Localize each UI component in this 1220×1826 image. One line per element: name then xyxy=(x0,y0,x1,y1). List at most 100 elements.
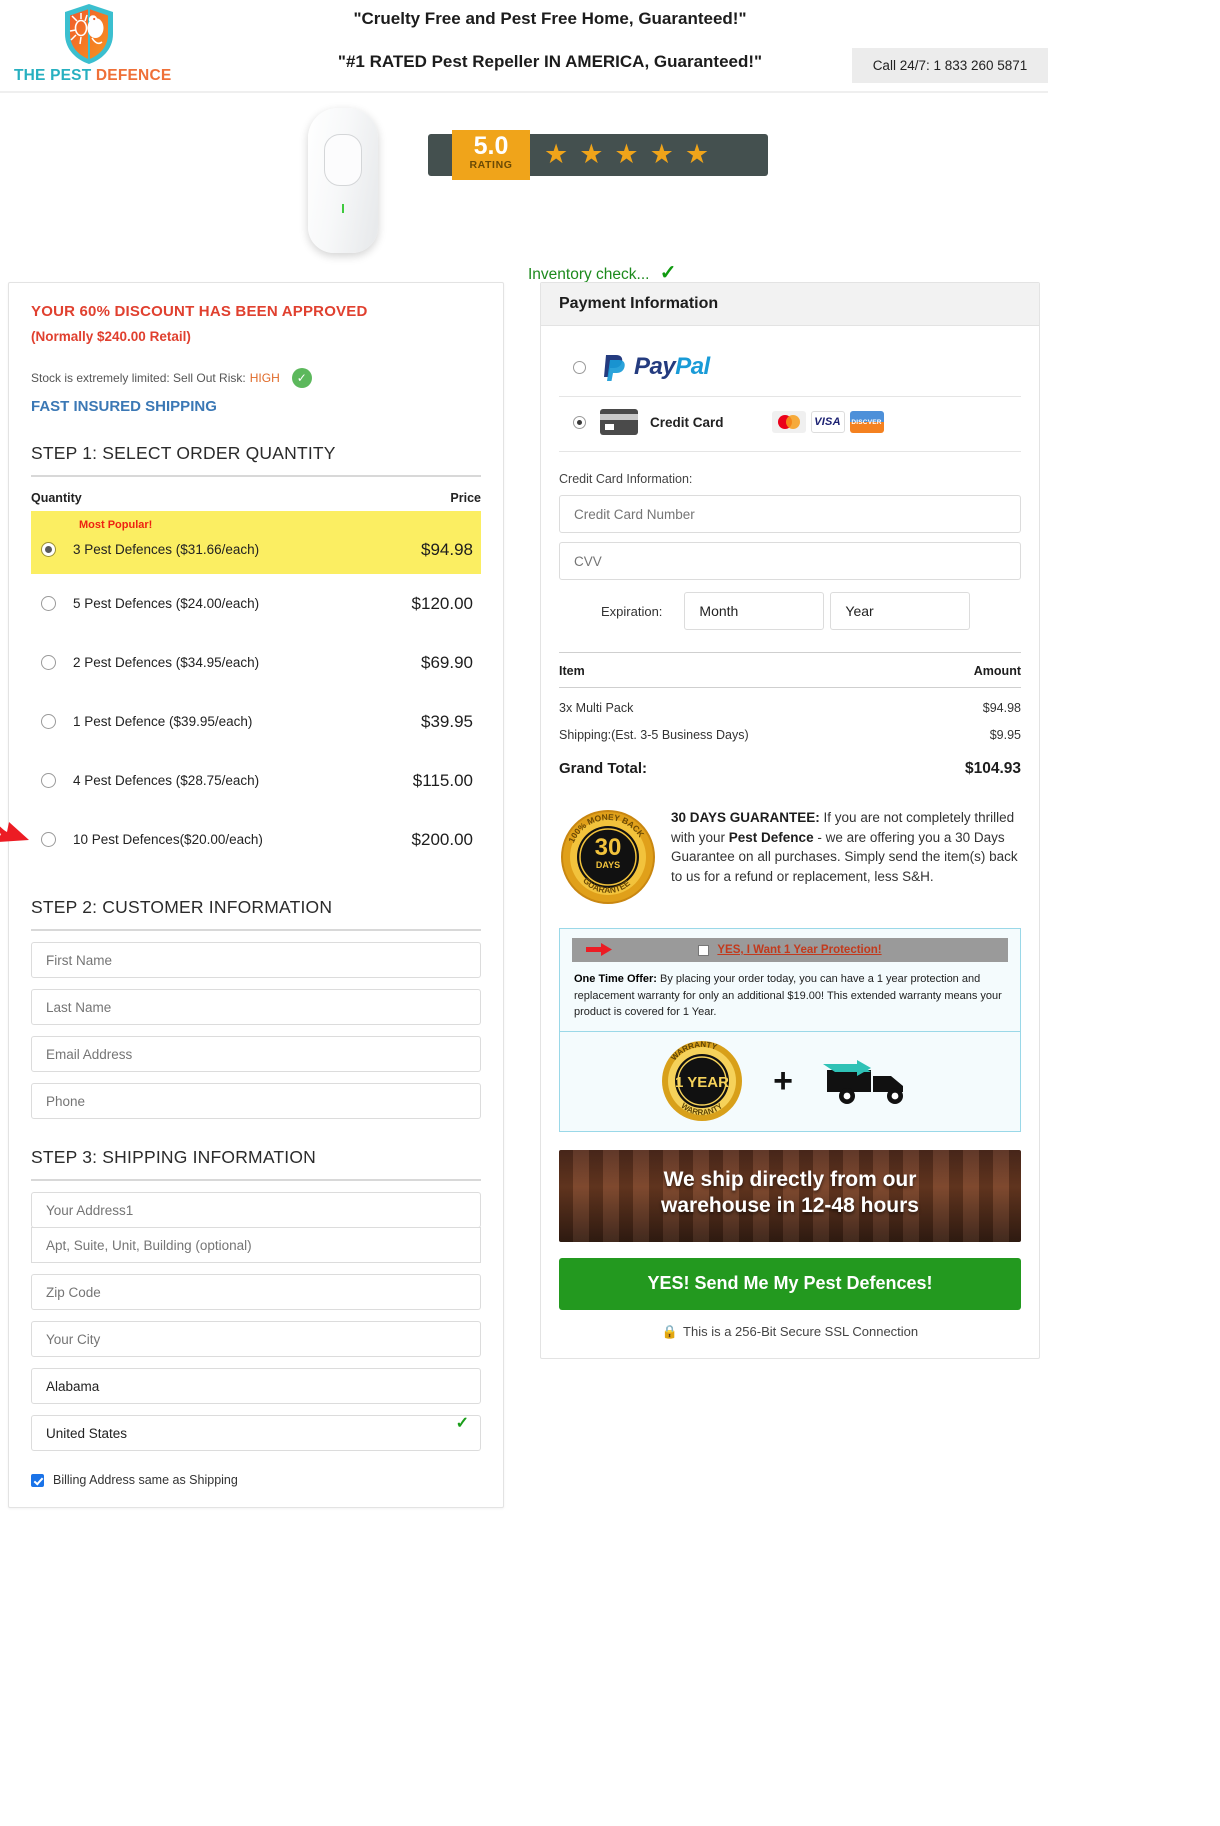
rating-label: RATING xyxy=(469,159,513,171)
summary-top-divider xyxy=(559,652,1021,653)
option-price: $120.00 xyxy=(411,593,473,613)
warranty-offer-label: One Time Offer: xyxy=(574,973,657,985)
shipping-banner-line1: We ship directly from our xyxy=(663,1167,917,1191)
pointer-arrow-icon xyxy=(586,943,612,956)
radio-icon[interactable] xyxy=(41,542,56,557)
creditcard-divider xyxy=(559,451,1021,452)
warranty-upsell-box: YES, I Want 1 Year Protection! One Time … xyxy=(559,928,1021,1132)
address2-input[interactable] xyxy=(31,1227,481,1263)
shipping-banner-text: We ship directly from our warehouse in 1… xyxy=(559,1150,1021,1220)
radio-icon[interactable] xyxy=(41,714,56,729)
radio-icon[interactable] xyxy=(41,596,56,611)
warranty-checkbox-icon[interactable] xyxy=(698,944,710,956)
grand-total-label: Grand Total: xyxy=(559,760,648,777)
quantity-option-row[interactable]: 2 Pest Defences ($34.95/each) $69.90 xyxy=(31,633,481,692)
rating-value: 5.0 xyxy=(473,132,509,160)
stock-risk-value: HIGH xyxy=(249,371,280,385)
warranty-offer-text: One Time Offer: By placing your order to… xyxy=(560,962,1020,1031)
address1-input[interactable] xyxy=(31,1192,481,1228)
expiration-year-select[interactable] xyxy=(830,592,971,630)
summary-header-divider xyxy=(559,687,1021,688)
step2-divider xyxy=(31,929,481,931)
checkbox-icon[interactable] xyxy=(31,1473,44,1487)
cvv-input[interactable] xyxy=(559,542,1021,580)
summary-header: Item Amount xyxy=(559,664,1021,678)
payment-body: PayPal Credit Card VISA DISCVER Credit C… xyxy=(541,326,1039,1358)
option-price: $94.98 xyxy=(421,539,473,559)
headline-1: "Cruelty Free and Pest Free Home, Guaran… xyxy=(353,9,747,28)
option-label: 3 Pest Defences ($31.66/each) xyxy=(73,542,260,557)
radio-icon[interactable] xyxy=(41,773,56,788)
quantity-option-row[interactable]: 10 Pest Defences($20.00/each) $200.00 xyxy=(31,810,481,869)
pointer-arrow-icon xyxy=(0,802,35,850)
option-label: 5 Pest Defences ($24.00/each) xyxy=(73,596,260,611)
ssl-notice: 🔒 This is a 256-Bit Secure SSL Connection xyxy=(559,1324,1021,1340)
discover-icon: DISCVER xyxy=(849,411,884,433)
shipping-banner-line2: warehouse in 12-48 hours xyxy=(661,1193,919,1217)
radio-icon[interactable] xyxy=(41,832,56,847)
stock-label: Stock is extremely limited: Sell Out Ris… xyxy=(31,371,246,385)
credit-card-number-input[interactable] xyxy=(559,495,1021,533)
state-select[interactable] xyxy=(31,1368,481,1404)
country-select[interactable] xyxy=(31,1415,481,1451)
card-chip xyxy=(605,424,614,430)
quantity-option-row[interactable]: 5 Pest Defences ($24.00/each) $120.00 xyxy=(31,574,481,633)
summary-item-amount: $94.98 xyxy=(982,701,1021,715)
rating-score-box: 5.0 RATING xyxy=(452,130,530,180)
delivery-truck-icon xyxy=(821,1054,921,1108)
creditcard-method-row[interactable]: Credit Card VISA DISCVER xyxy=(559,397,1021,447)
grand-total-amount: $104.93 xyxy=(964,760,1021,777)
payment-card: Payment Information PayPal Credit Card V… xyxy=(540,282,1040,1359)
check-icon: ✓ xyxy=(659,262,677,284)
radio-icon[interactable] xyxy=(573,360,586,374)
logo-text-part2: DEFENCE xyxy=(95,67,172,84)
quantity-option-row[interactable]: 4 Pest Defences ($28.75/each) $115.00 xyxy=(31,751,481,810)
mastercard-icon xyxy=(771,411,806,433)
city-input[interactable] xyxy=(31,1321,481,1357)
star-icons: ★★★★★ xyxy=(544,139,721,169)
paypal-logo: PayPal xyxy=(602,353,710,381)
expiration-month-select[interactable] xyxy=(684,592,825,630)
billing-same-row[interactable]: Billing Address same as Shipping xyxy=(31,1473,481,1487)
quantity-option-row[interactable]: Most Popular! 3 Pest Defences ($31.66/ea… xyxy=(31,511,481,574)
expiration-row: Expiration: xyxy=(559,592,1021,630)
last-name-input[interactable] xyxy=(31,989,481,1025)
quantity-table-header: Quantity Price xyxy=(31,491,481,505)
email-input[interactable] xyxy=(31,1036,481,1072)
first-name-input[interactable] xyxy=(31,942,481,978)
guarantee-block: 30 DAYS 100% MONEY BACK GUARANTEE 30 DAY… xyxy=(559,808,1021,906)
credit-card-icon xyxy=(600,409,638,435)
device-button-icon xyxy=(324,134,362,186)
credit-card-label: Credit Card xyxy=(650,414,724,430)
retail-note: (Normally $240.00 Retail) xyxy=(31,329,191,344)
guarantee-text: 30 DAYS GUARANTEE: If you are not comple… xyxy=(671,808,1021,906)
paypal-method-row[interactable]: PayPal xyxy=(559,342,1021,392)
option-label: 10 Pest Defences($20.00/each) xyxy=(73,832,263,847)
summary-row: Shipping:(Est. 3-5 Business Days) $9.95 xyxy=(559,728,1021,742)
discount-headline: YOUR 60% DISCOUNT HAS BEEN APPROVED xyxy=(31,303,368,320)
headline-block: "Cruelty Free and Pest Free Home, Guaran… xyxy=(210,4,890,73)
visa-icon: VISA xyxy=(810,411,845,433)
col-quantity-label: Quantity xyxy=(31,491,82,505)
one-year-warranty-seal-icon: 1 YEAR WARRANTY WARRANTY xyxy=(659,1038,745,1124)
device-led-icon xyxy=(342,204,344,213)
country-select-wrap: ✓ xyxy=(31,1404,481,1451)
warranty-checkbox-row[interactable]: YES, I Want 1 Year Protection! xyxy=(572,938,1008,962)
summary-col-amount: Amount xyxy=(973,664,1021,678)
warranty-accept-label[interactable]: YES, I Want 1 Year Protection! xyxy=(717,944,881,956)
hero-section: 5.0 RATING ★★★★★ Inventory check... ✓ xyxy=(0,92,1048,284)
zip-input[interactable] xyxy=(31,1274,481,1310)
radio-icon[interactable] xyxy=(573,415,586,429)
warranty-graphics: 1 YEAR WARRANTY WARRANTY + xyxy=(560,1030,1020,1131)
site-logo[interactable]: THE PEST DEFENCE xyxy=(14,2,171,85)
payment-title: Payment Information xyxy=(541,283,1039,326)
call-phone-button[interactable]: Call 24/7: 1 833 260 5871 xyxy=(852,48,1048,83)
phone-input[interactable] xyxy=(31,1083,481,1119)
summary-item-label: Shipping:(Est. 3-5 Business Days) xyxy=(559,728,749,742)
fast-shipping-label: FAST INSURED SHIPPING xyxy=(31,398,217,415)
quantity-option-row[interactable]: 1 Pest Defence ($39.95/each) $39.95 xyxy=(31,692,481,751)
paypal-wordmark: PayPal xyxy=(634,353,710,381)
grand-total-row: Grand Total: $104.93 xyxy=(559,760,1021,778)
radio-icon[interactable] xyxy=(41,655,56,670)
submit-order-button[interactable]: YES! Send Me My Pest Defences! xyxy=(559,1257,1021,1310)
